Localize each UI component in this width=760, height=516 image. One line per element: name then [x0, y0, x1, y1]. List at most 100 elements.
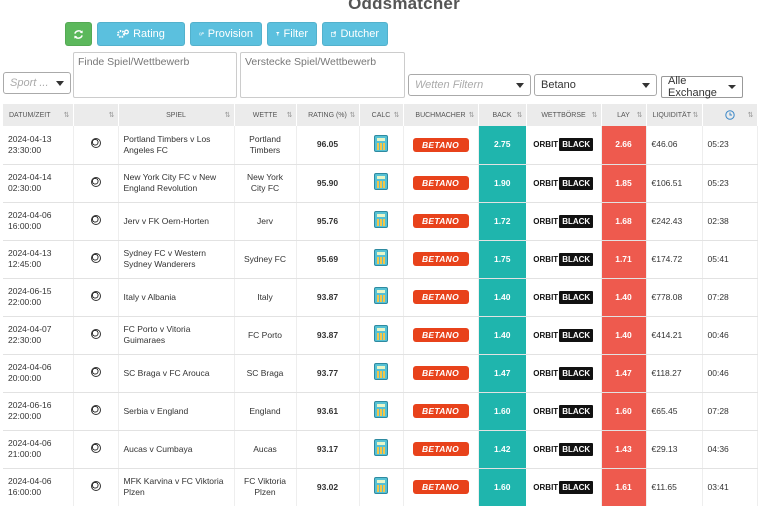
find-match-input[interactable]: Finde Spiel/Wettbewerb [73, 52, 237, 98]
table-row[interactable]: 2024-06-16 22:00:00 Serbia v England Engl… [3, 392, 758, 431]
bookmaker-cell[interactable]: BETANO [403, 392, 479, 431]
dutcher-button[interactable]: Dutcher [322, 22, 388, 46]
table-row[interactable]: 2024-04-14 02:30:00 New York City FC v Ne… [3, 164, 758, 203]
orbit-black-logo[interactable]: ORBIT BLACK [533, 404, 594, 418]
col-header-calc[interactable]: CALC ⇅ [359, 104, 404, 126]
match-cell[interactable]: Portland Timbers v Los Angeles FC [118, 126, 235, 165]
calculator-icon[interactable] [374, 477, 388, 495]
bookmaker-cell[interactable]: BETANO [403, 240, 479, 279]
exchange-cell[interactable]: ORBIT BLACK [526, 240, 602, 279]
table-row[interactable]: 2024-04-13 23:30:00 Portland Timbers v Lo… [3, 126, 758, 165]
exchange-cell[interactable]: ORBIT BLACK [526, 278, 602, 317]
calculator-icon[interactable] [374, 173, 388, 190]
match-cell[interactable]: MFK Karvina v FC Viktoria Plzen [118, 468, 235, 506]
betano-logo[interactable]: BETANO [412, 137, 469, 152]
orbit-black-logo[interactable]: ORBIT BLACK [533, 214, 594, 228]
calculator-icon[interactable] [374, 363, 388, 380]
match-cell[interactable]: Italy v Albania [118, 278, 235, 317]
bookmaker-cell[interactable]: BETANO [403, 278, 479, 317]
orbit-black-logo[interactable]: ORBIT BLACK [533, 328, 594, 342]
exchange-cell[interactable]: ORBIT BLACK [526, 468, 602, 506]
match-cell[interactable]: Aucas v Cumbaya [118, 430, 235, 469]
betano-logo[interactable]: BETANO [412, 290, 469, 304]
exchange-cell[interactable]: ORBIT BLACK [526, 316, 602, 355]
bookmaker-select[interactable]: Betano [534, 74, 657, 96]
col-header-sport[interactable]: ⇅ [73, 104, 119, 126]
table-row[interactable]: 2024-04-06 21:00:00 Aucas v Cumbaya Aucas… [3, 430, 758, 469]
calc-cell[interactable] [359, 468, 404, 506]
calculator-icon[interactable] [374, 401, 388, 418]
orbit-black-logo[interactable]: ORBIT BLACK [533, 138, 594, 152]
bookmaker-cell[interactable]: BETANO [403, 202, 479, 241]
exchange-cell[interactable]: ORBIT BLACK [526, 354, 602, 393]
provision-button[interactable]: Provision [190, 22, 262, 46]
calculator-icon[interactable] [374, 325, 388, 342]
calculator-icon[interactable] [374, 249, 388, 266]
betano-logo[interactable]: BETANO [412, 176, 469, 190]
calc-cell[interactable] [359, 316, 404, 355]
bookmaker-cell[interactable]: BETANO [403, 354, 479, 393]
betano-logo[interactable]: BETANO [412, 404, 469, 418]
col-header-exchange[interactable]: WETTBÖRSE ⇅ [526, 104, 602, 126]
col-header-back[interactable]: BACK ⇅ [478, 104, 527, 126]
exchange-select[interactable]: Alle Exchange [661, 75, 743, 99]
col-header-time[interactable]: ⇅ [702, 104, 758, 126]
sport-select[interactable]: Sport ... [3, 72, 71, 94]
table-row[interactable]: 2024-04-06 16:00:00 Jerv v FK Oern-Horten… [3, 202, 758, 241]
match-cell[interactable]: SC Braga v FC Arouca [118, 354, 235, 393]
bookmaker-cell[interactable]: BETANO [403, 430, 479, 469]
betano-logo[interactable]: BETANO [412, 252, 469, 266]
bookmaker-cell[interactable]: BETANO [403, 164, 479, 203]
rating-button[interactable]: Rating [97, 22, 185, 46]
table-row[interactable]: 2024-04-13 12:45:00 Sydney FC v Western S… [3, 240, 758, 279]
col-header-bookmaker[interactable]: BUCHMACHER ⇅ [403, 104, 479, 126]
col-header-liquidity[interactable]: LIQUIDITÄT ⇅ [646, 104, 703, 126]
bookmaker-cell[interactable]: BETANO [403, 316, 479, 355]
orbit-black-logo[interactable]: ORBIT BLACK [533, 480, 594, 494]
calc-cell[interactable] [359, 354, 404, 393]
col-header-datetime[interactable]: DATUM/ZEIT ⇅ [3, 104, 74, 126]
calc-cell[interactable] [359, 430, 404, 469]
calc-cell[interactable] [359, 392, 404, 431]
betano-logo[interactable]: BETANO [412, 442, 469, 456]
match-cell[interactable]: Serbia v England [118, 392, 235, 431]
calc-cell[interactable] [359, 202, 404, 241]
calculator-icon[interactable] [374, 134, 388, 152]
orbit-black-logo[interactable]: ORBIT BLACK [533, 252, 594, 266]
filter-button[interactable]: Filter [267, 22, 317, 46]
table-row[interactable]: 2024-04-07 22:30:00 FC Porto v Vitoria Gu… [3, 316, 758, 355]
table-row[interactable]: 2024-06-15 22:00:00 Italy v Albania Italy… [3, 278, 758, 317]
match-cell[interactable]: New York City FC v New England Revolutio… [118, 164, 235, 203]
calc-cell[interactable] [359, 164, 404, 203]
calculator-icon[interactable] [374, 211, 388, 228]
exchange-cell[interactable]: ORBIT BLACK [526, 126, 602, 165]
betano-logo[interactable]: BETANO [412, 480, 469, 495]
bookmaker-cell[interactable]: BETANO [403, 126, 479, 165]
match-cell[interactable]: FC Porto v Vitoria Guimaraes [118, 316, 235, 355]
orbit-black-logo[interactable]: ORBIT BLACK [533, 442, 594, 456]
exchange-cell[interactable]: ORBIT BLACK [526, 164, 602, 203]
hide-match-input[interactable]: Verstecke Spiel/Wettbewerb [240, 52, 405, 98]
orbit-black-logo[interactable]: ORBIT BLACK [533, 290, 594, 304]
bookmaker-cell[interactable]: BETANO [403, 468, 479, 506]
exchange-cell[interactable]: ORBIT BLACK [526, 430, 602, 469]
betano-logo[interactable]: BETANO [412, 366, 469, 380]
exchange-cell[interactable]: ORBIT BLACK [526, 392, 602, 431]
calc-cell[interactable] [359, 126, 404, 165]
betano-logo[interactable]: BETANO [412, 328, 469, 342]
refresh-button[interactable] [65, 22, 92, 46]
match-cell[interactable]: Jerv v FK Oern-Horten [118, 202, 235, 241]
calc-cell[interactable] [359, 240, 404, 279]
orbit-black-logo[interactable]: ORBIT BLACK [533, 366, 594, 380]
col-header-lay[interactable]: LAY ⇅ [601, 104, 647, 126]
col-header-match[interactable]: SPIEL ⇅ [118, 104, 235, 126]
bet-filter-select[interactable]: Wetten Filtern [408, 74, 531, 96]
col-header-rating[interactable]: RATING (%) ⇅ [296, 104, 360, 126]
orbit-black-logo[interactable]: ORBIT BLACK [533, 176, 594, 190]
calculator-icon[interactable] [374, 287, 388, 304]
table-row[interactable]: 2024-04-06 16:00:00 MFK Karvina v FC Vikt… [3, 468, 758, 506]
calculator-icon[interactable] [374, 439, 388, 456]
match-cell[interactable]: Sydney FC v Western Sydney Wanderers [118, 240, 235, 279]
table-row[interactable]: 2024-04-06 20:00:00 SC Braga v FC Arouca … [3, 354, 758, 393]
exchange-cell[interactable]: ORBIT BLACK [526, 202, 602, 241]
